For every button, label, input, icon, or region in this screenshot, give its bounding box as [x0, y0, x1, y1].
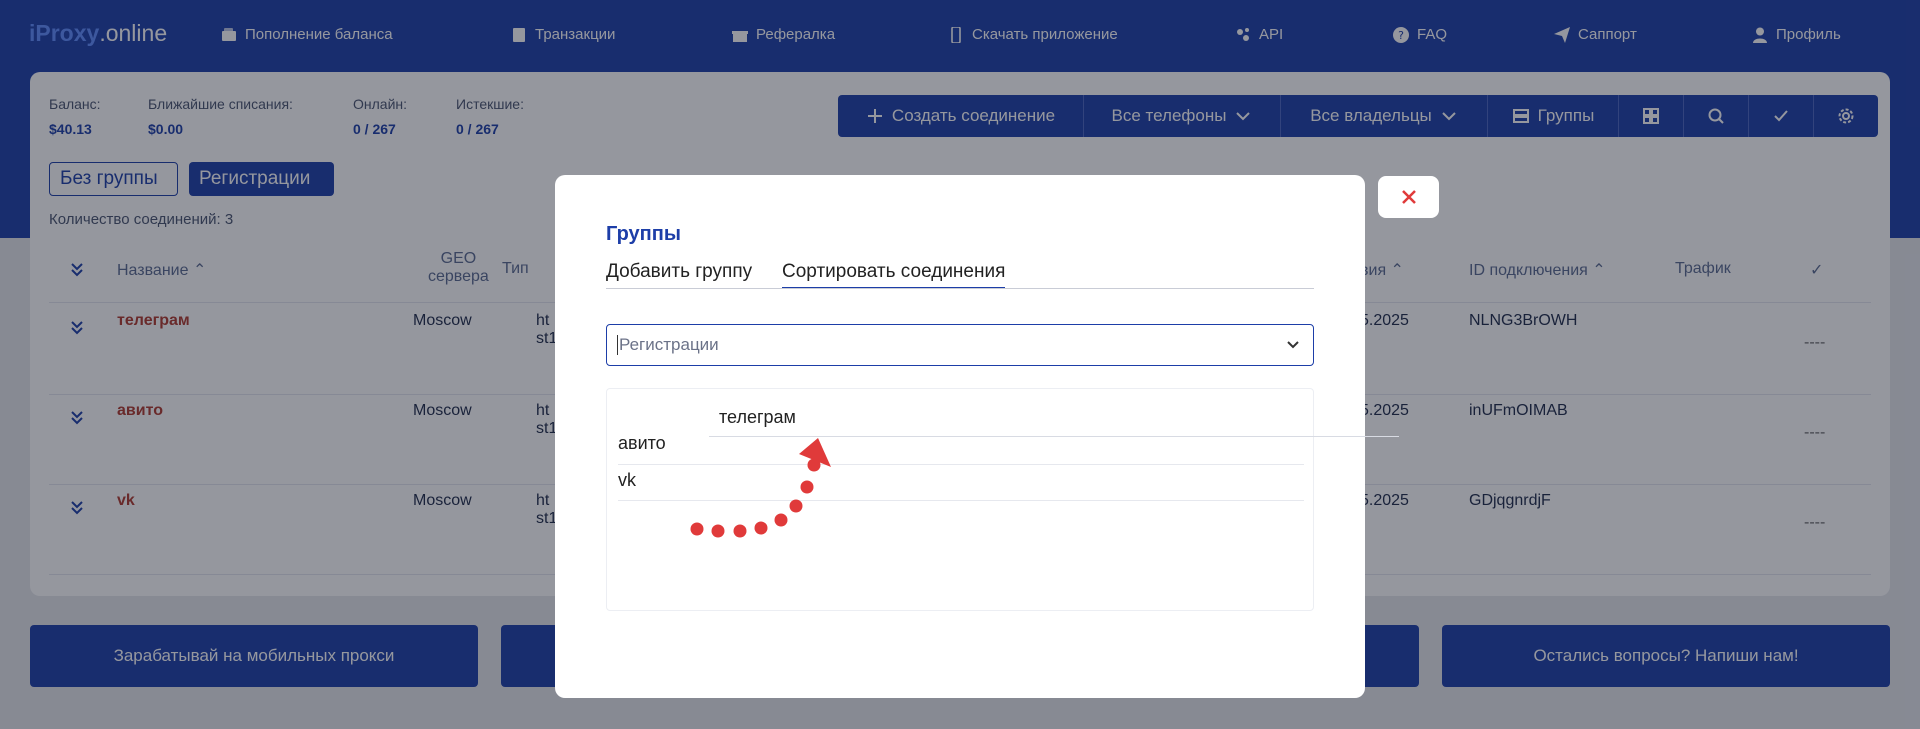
groups-modal: Группы Добавить группу Сортировать соеди… — [555, 175, 1399, 698]
close-icon — [1401, 190, 1416, 204]
close-modal-button[interactable] — [1378, 176, 1439, 218]
drag-arrow-annotation — [690, 438, 831, 538]
